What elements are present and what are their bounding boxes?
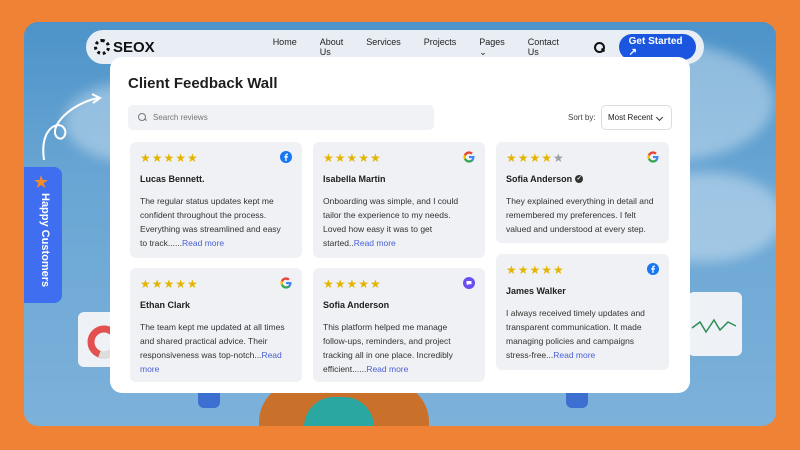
chat-icon <box>463 277 475 289</box>
review-card: ★★★★★ Sofia Anderson This platform helpe… <box>313 268 485 382</box>
google-icon <box>280 277 292 289</box>
logo-icon <box>94 39 110 55</box>
review-card: ★★★★★ Ethan Clark The team kept me updat… <box>130 268 302 382</box>
site-logo[interactable]: SEOX <box>94 39 155 56</box>
read-more-link[interactable]: Read more <box>354 238 396 248</box>
nav-link-about[interactable]: About Us <box>320 37 344 58</box>
happy-customers-badge: ★ Happy Customers <box>24 167 62 303</box>
nav-link-home[interactable]: Home <box>273 37 297 58</box>
logo-text: SEOX <box>113 38 155 56</box>
reviewer-name: Sofia Anderson <box>323 300 390 310</box>
facebook-icon <box>280 151 292 163</box>
facebook-icon <box>647 263 659 275</box>
review-card: ★★★★★ Isabella Martin Onboarding was sim… <box>313 142 485 258</box>
star-icon: ★ <box>33 172 50 192</box>
chevron-down-icon <box>655 113 664 122</box>
reviewer-name-row: Sofia Anderson ✓ <box>506 174 584 184</box>
search-icon <box>138 113 147 122</box>
empty-star-icon: ★ <box>553 151 565 165</box>
star-rating: ★★★★★ <box>506 151 565 165</box>
chevron-down-icon: ⌄ <box>479 46 487 57</box>
feedback-wall-panel: Client Feedback Wall Sort by: Most Recen… <box>110 57 690 393</box>
search-input[interactable] <box>153 113 413 122</box>
review-text: Onboarding was simple, and I could tailo… <box>323 194 473 250</box>
reviewer-name: Lucas Bennett. <box>140 174 205 184</box>
read-more-link[interactable]: Read more <box>182 238 224 248</box>
review-card: ★★★★★ James Walker I always received tim… <box>496 254 669 370</box>
nav-pages-label: Pages <box>479 36 505 47</box>
search-box[interactable] <box>128 105 434 130</box>
reviewer-name: James Walker <box>506 286 566 296</box>
sort-dropdown[interactable]: Most Recent <box>601 105 672 130</box>
star-rating: ★★★★★ <box>506 263 565 277</box>
review-card: ★★★★★ Sofia Anderson ✓ They explained eve… <box>496 142 669 243</box>
trend-line-icon <box>691 318 737 334</box>
google-icon <box>647 151 659 163</box>
reviewer-name: Isabella Martin <box>323 174 386 184</box>
review-text: I always received timely updates and tra… <box>506 306 657 362</box>
star-rating: ★★★★★ <box>140 277 199 291</box>
search-icon[interactable] <box>593 42 605 53</box>
nav-link-projects[interactable]: Projects <box>424 37 457 58</box>
verified-badge-icon: ✓ <box>575 175 584 183</box>
badge-label: Happy Customers <box>39 193 51 288</box>
review-text: The team kept me updated at all times an… <box>140 320 290 376</box>
nav-link-services[interactable]: Services <box>366 37 401 58</box>
sort-value: Most Recent <box>608 113 653 122</box>
review-text: They explained everything in detail and … <box>506 194 657 236</box>
star-rating: ★★★★★ <box>323 151 382 165</box>
sort-label: Sort by: <box>568 113 596 122</box>
review-text: The regular status updates kept me confi… <box>140 194 290 250</box>
review-card: ★★★★★ Lucas Bennett. The regular status … <box>130 142 302 258</box>
panel-title: Client Feedback Wall <box>128 75 278 92</box>
nav-link-contact[interactable]: Contact Us <box>528 37 559 58</box>
background-line-card <box>688 292 742 356</box>
reviewer-name: Sofia Anderson <box>506 174 573 184</box>
nav-link-pages[interactable]: Pages ⌄ <box>479 37 505 58</box>
read-more-link[interactable]: Read more <box>366 364 408 374</box>
reviewer-name: Ethan Clark <box>140 300 191 310</box>
review-body: They explained everything in detail and … <box>506 196 654 234</box>
curved-arrow-icon <box>42 93 102 161</box>
star-rating: ★★★★★ <box>140 151 199 165</box>
review-text: This platform helped me manage follow-up… <box>323 320 473 376</box>
google-icon <box>463 151 475 163</box>
star-rating: ★★★★★ <box>323 277 382 291</box>
read-more-link[interactable]: Read more <box>553 350 595 360</box>
